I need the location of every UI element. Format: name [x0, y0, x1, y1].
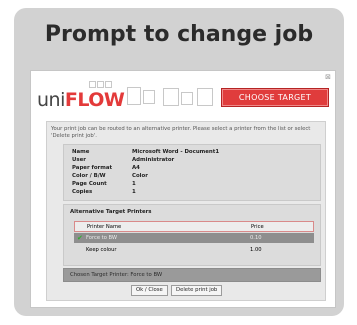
- info-row: Color / B/W Color: [72, 173, 148, 179]
- delete-print-job-button[interactable]: Delete print job: [171, 285, 223, 296]
- info-value: Color: [132, 173, 148, 179]
- card: Prompt to change job ⊠ uniFLOW CHOOSE TA…: [14, 8, 344, 316]
- header-decoration-box: [163, 88, 179, 106]
- info-key: Page Count: [72, 181, 107, 187]
- info-key: Name: [72, 149, 90, 155]
- header-decoration-box: [181, 92, 193, 105]
- logo-uni-text: uni: [37, 89, 65, 111]
- info-row: Paper format A4: [72, 165, 140, 171]
- logo-decoration-box: [105, 81, 112, 88]
- printer-price: 0.10: [250, 235, 262, 241]
- column-header-price[interactable]: Price: [251, 224, 264, 230]
- info-value: A4: [132, 165, 140, 171]
- job-info-box: Name Microsoft Word - Document1 User Admin…: [63, 144, 321, 201]
- printer-row[interactable]: Keep colour 1.00: [74, 245, 314, 255]
- choose-target-printer-button[interactable]: CHOOSE TARGET PRINTER: [221, 88, 329, 119]
- header-decoration-box: [127, 87, 141, 105]
- info-key: Paper format: [72, 165, 113, 171]
- info-key: User: [72, 157, 86, 163]
- header-decoration-box: [143, 90, 155, 104]
- logo-decoration-box: [97, 81, 104, 88]
- header-decoration-box: [197, 88, 213, 106]
- page-title: Prompt to change job: [44, 22, 314, 47]
- info-row: Name Microsoft Word - Document1: [72, 149, 219, 155]
- info-value: Microsoft Word - Document1: [132, 149, 220, 155]
- printer-name: Keep colour: [86, 247, 117, 253]
- info-row: Copies 1: [72, 189, 136, 195]
- alternative-printers-box: Alternative Target Printers Printer Name…: [63, 204, 321, 266]
- info-row: User Administrator: [72, 157, 174, 163]
- chosen-printer-text: Chosen Target Printer: Force to BW: [70, 272, 163, 278]
- window-close-icon[interactable]: ⊠: [325, 73, 331, 81]
- printer-row-selected[interactable]: ✔ Force to BW 0.10: [74, 233, 314, 243]
- logo-decoration-box: [89, 81, 96, 88]
- info-row: Page Count 1: [72, 181, 136, 187]
- printer-name: Force to BW: [86, 235, 118, 241]
- intro-text: Your print job can be routed to an alter…: [51, 126, 311, 139]
- alternative-printers-title: Alternative Target Printers: [70, 209, 152, 215]
- printer-price: 1.00: [250, 247, 262, 253]
- info-value: 1: [132, 189, 136, 195]
- info-key: Color / B/W: [72, 173, 106, 179]
- info-key: Copies: [72, 189, 93, 195]
- dialog-panel: Your print job can be routed to an alter…: [46, 121, 326, 301]
- logo-flow-text: FLOW: [64, 89, 125, 111]
- info-value: 1: [132, 181, 136, 187]
- chosen-printer-bar: Chosen Target Printer: Force to BW: [63, 268, 321, 282]
- uniflow-logo: uniFLOW: [37, 89, 125, 111]
- ok-close-button[interactable]: Ok / Close: [131, 285, 168, 296]
- info-value: Administrator: [132, 157, 175, 163]
- checkmark-icon: ✔: [77, 234, 83, 242]
- uniflow-window: ⊠ uniFLOW CHOOSE TARGET PRINTER Your pri…: [30, 70, 336, 308]
- column-header-printer-name[interactable]: Printer Name: [87, 224, 121, 230]
- printer-table-header: Printer Name Price: [74, 221, 314, 232]
